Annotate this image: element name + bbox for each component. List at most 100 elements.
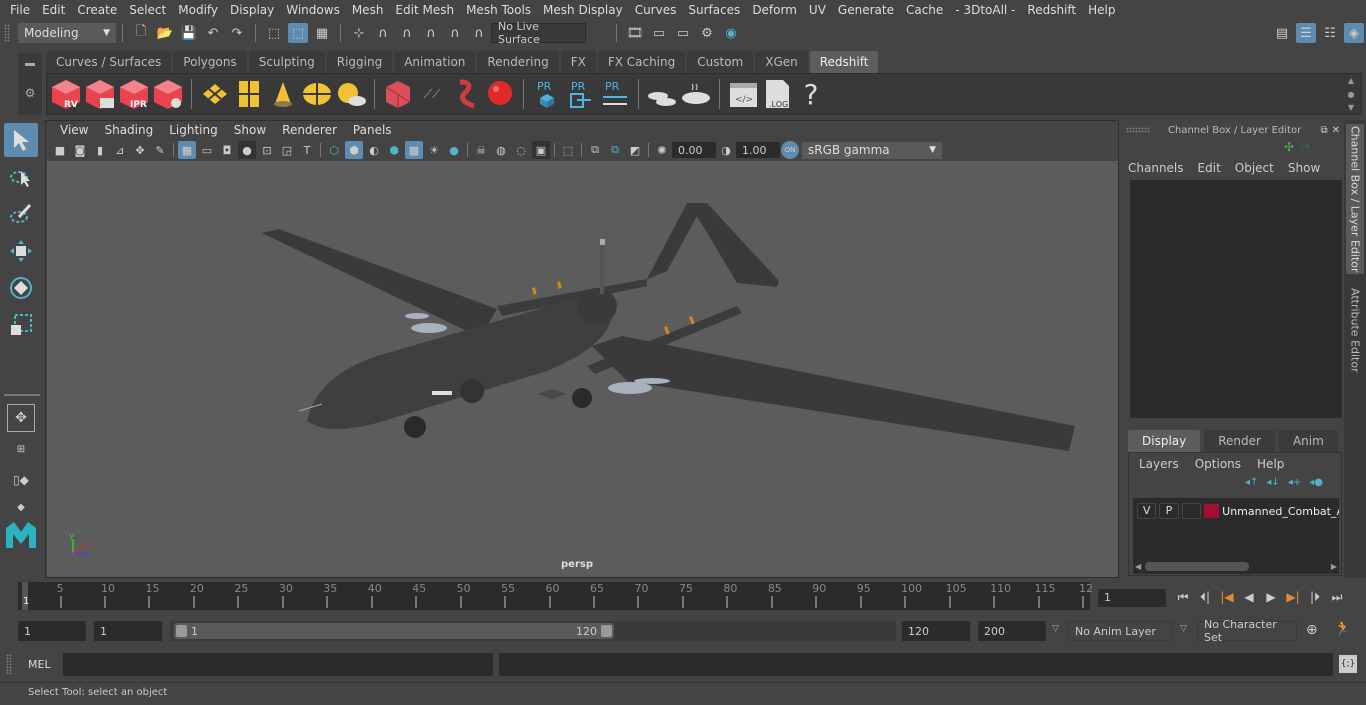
time-slider[interactable]: 1 5 10 15 20 25 30 35 40 45 50 55 60 65 70 75 80 85 90 95 10… <box>18 582 1093 610</box>
object-menu[interactable]: Object <box>1235 161 1274 175</box>
menu-surfaces[interactable]: Surfaces <box>682 3 746 17</box>
color-space-select[interactable]: sRGB gamma ▼ <box>802 141 942 159</box>
command-input[interactable] <box>63 653 493 676</box>
move-tool[interactable] <box>4 234 38 268</box>
lasso-tool[interactable] <box>4 160 38 194</box>
wireframe-on-shaded-icon[interactable]: ⬢ <box>385 141 403 159</box>
menu-edit-mesh[interactable]: Edit Mesh <box>389 3 460 17</box>
xray-joints-icon[interactable]: ◍ <box>492 141 510 159</box>
shelf-tab-fx-caching[interactable]: FX Caching <box>597 51 686 73</box>
menu-mesh[interactable]: Mesh <box>346 3 390 17</box>
play-forwards-icon[interactable]: ▶ <box>1262 588 1280 606</box>
ipr-render-icon[interactable]: ▭ <box>673 23 693 43</box>
3d-viewport[interactable]: y x z persp <box>47 161 1118 577</box>
range-start-handle[interactable] <box>176 625 187 637</box>
close-icon[interactable]: ✕ <box>1332 125 1340 136</box>
layer-visibility-toggle[interactable]: V <box>1137 503 1157 519</box>
channel-box-toggle-icon[interactable]: ◈ <box>1344 23 1364 43</box>
live-surface-field[interactable]: No Live Surface <box>491 20 586 46</box>
menu-create[interactable]: Create <box>71 3 123 17</box>
shelf-tab-fx[interactable]: FX <box>560 51 596 73</box>
shelf-tab-animation[interactable]: Animation <box>394 51 476 73</box>
menu-curves[interactable]: Curves <box>629 3 683 17</box>
menu-generate[interactable]: Generate <box>832 3 900 17</box>
show-menu[interactable]: Show <box>1288 161 1320 175</box>
character-set-select[interactable]: No Character Set <box>1197 618 1297 644</box>
float-panel-icon[interactable]: ⧉ <box>1320 125 1327 136</box>
shelf-tab-rendering[interactable]: Rendering <box>477 51 559 73</box>
rs-dome-light-icon[interactable] <box>301 77 333 111</box>
rs-spot-light-icon[interactable] <box>267 77 299 111</box>
current-frame-field[interactable]: 1 <box>1098 589 1166 607</box>
xray-components-icon[interactable]: ◌ <box>512 141 530 159</box>
xray-icon[interactable]: ☠ <box>472 141 490 159</box>
select-hierarchy-icon[interactable]: ⬚ <box>264 23 284 43</box>
snap-grid-icon[interactable]: ⊹ <box>349 23 369 43</box>
menu-file[interactable]: File <box>4 3 36 17</box>
character-set-dropdown-icon[interactable]: ▽ <box>1180 624 1187 634</box>
rs-volume-icon[interactable]: ⟋⟋ <box>416 77 448 111</box>
rs-sun-sky-icon[interactable] <box>335 77 367 111</box>
range-slider[interactable]: 1 120 <box>174 623 614 639</box>
safe-title-icon[interactable]: T <box>298 141 316 159</box>
anim-layer-dropdown-icon[interactable]: ▽ <box>1052 624 1059 634</box>
menu-deform[interactable]: Deform <box>746 3 803 17</box>
arrow-right-icon[interactable]: ▶ <box>1331 562 1337 571</box>
shelf-tab-redshift[interactable]: Redshift <box>809 51 879 73</box>
menu-mesh-tools[interactable]: Mesh Tools <box>460 3 537 17</box>
help-icon[interactable]: ? <box>795 77 827 111</box>
render-view-icon[interactable]: 🎞 <box>625 23 645 43</box>
animation-start-field[interactable]: 1 <box>18 621 86 641</box>
motion-blur-icon[interactable]: ◩ <box>626 141 644 159</box>
menu-redshift[interactable]: Redshift <box>1021 3 1082 17</box>
workspace-select[interactable]: Modeling ▼ <box>18 23 116 43</box>
shelf-tab-xgen[interactable]: XGen <box>755 51 808 73</box>
new-layer-selected-icon[interactable]: ◂● <box>1309 477 1323 488</box>
scroll-thumb[interactable] <box>1145 561 1250 571</box>
color-management-toggle[interactable]: ON <box>781 141 799 159</box>
save-scene-icon[interactable]: 💾 <box>179 23 199 43</box>
arrow-left-icon[interactable]: ◀ <box>1135 562 1141 571</box>
open-scene-icon[interactable]: 📂 <box>155 23 175 43</box>
manipulator-icon[interactable]: ✣ <box>1284 140 1294 155</box>
viewport-menu-renderer[interactable]: Renderer <box>274 123 345 137</box>
safe-action-icon[interactable]: ◲ <box>278 141 296 159</box>
move-layer-up-icon[interactable]: ◂↑ <box>1245 477 1258 488</box>
rs-sphere-icon[interactable] <box>484 77 516 111</box>
anim-layer-select[interactable]: No Anim Layer <box>1068 621 1172 641</box>
layer-playback-toggle[interactable]: P <box>1159 503 1179 519</box>
pr-cube-icon[interactable]: PR <box>531 77 563 111</box>
shelf-tab-sculpting[interactable]: Sculpting <box>248 51 325 73</box>
layer-tab-anim[interactable]: Anim <box>1278 430 1338 452</box>
paint-select-tool[interactable] <box>4 197 38 231</box>
menu-3dtoall[interactable]: - 3DtoAll - <box>949 3 1021 17</box>
gate-mask-icon[interactable]: ● <box>238 141 256 159</box>
camera-select-icon[interactable]: ■ <box>51 141 69 159</box>
bake-icon[interactable] <box>680 77 712 111</box>
viewport-menu-panels[interactable]: Panels <box>345 123 400 137</box>
options-menu[interactable]: Options <box>1195 457 1241 471</box>
smooth-shade-icon[interactable]: ⬢ <box>345 141 363 159</box>
arrow-up-icon[interactable]: ▲ <box>1348 76 1354 85</box>
new-layer-icon[interactable]: ◂+ <box>1288 477 1301 488</box>
exposure-icon[interactable]: ✺ <box>653 141 671 159</box>
bake-multi-icon[interactable] <box>646 77 678 111</box>
side-tab-attribute-editor[interactable]: Attribute Editor <box>1346 280 1364 380</box>
snap-surface-icon[interactable]: ∩ <box>445 23 465 43</box>
drag-handle[interactable] <box>1126 127 1150 133</box>
snap-point-icon[interactable]: ∩ <box>397 23 417 43</box>
undo-icon[interactable]: ↶ <box>203 23 223 43</box>
layer-color-swatch[interactable] <box>1203 504 1220 518</box>
step-forward-key-icon[interactable]: |⏵ <box>1306 588 1324 606</box>
speed-icon[interactable]: ◔ <box>1300 140 1310 155</box>
shelf-tab-custom[interactable]: Custom <box>687 51 754 73</box>
log-icon[interactable]: .LOG <box>761 77 793 111</box>
outliner-persp-layout[interactable]: ▯◆ <box>7 466 35 494</box>
image-plane-icon[interactable]: ⊿ <box>111 141 129 159</box>
play-backwards-icon[interactable]: ◀ <box>1240 588 1258 606</box>
camera-attributes-icon[interactable]: ◙ <box>71 141 89 159</box>
viewport-menu-shading[interactable]: Shading <box>96 123 161 137</box>
rs-rect-light-icon[interactable] <box>233 77 265 111</box>
hypershade-icon[interactable]: ◉ <box>721 23 741 43</box>
side-tab-channel-box[interactable]: Channel Box / Layer Editor <box>1346 124 1364 274</box>
